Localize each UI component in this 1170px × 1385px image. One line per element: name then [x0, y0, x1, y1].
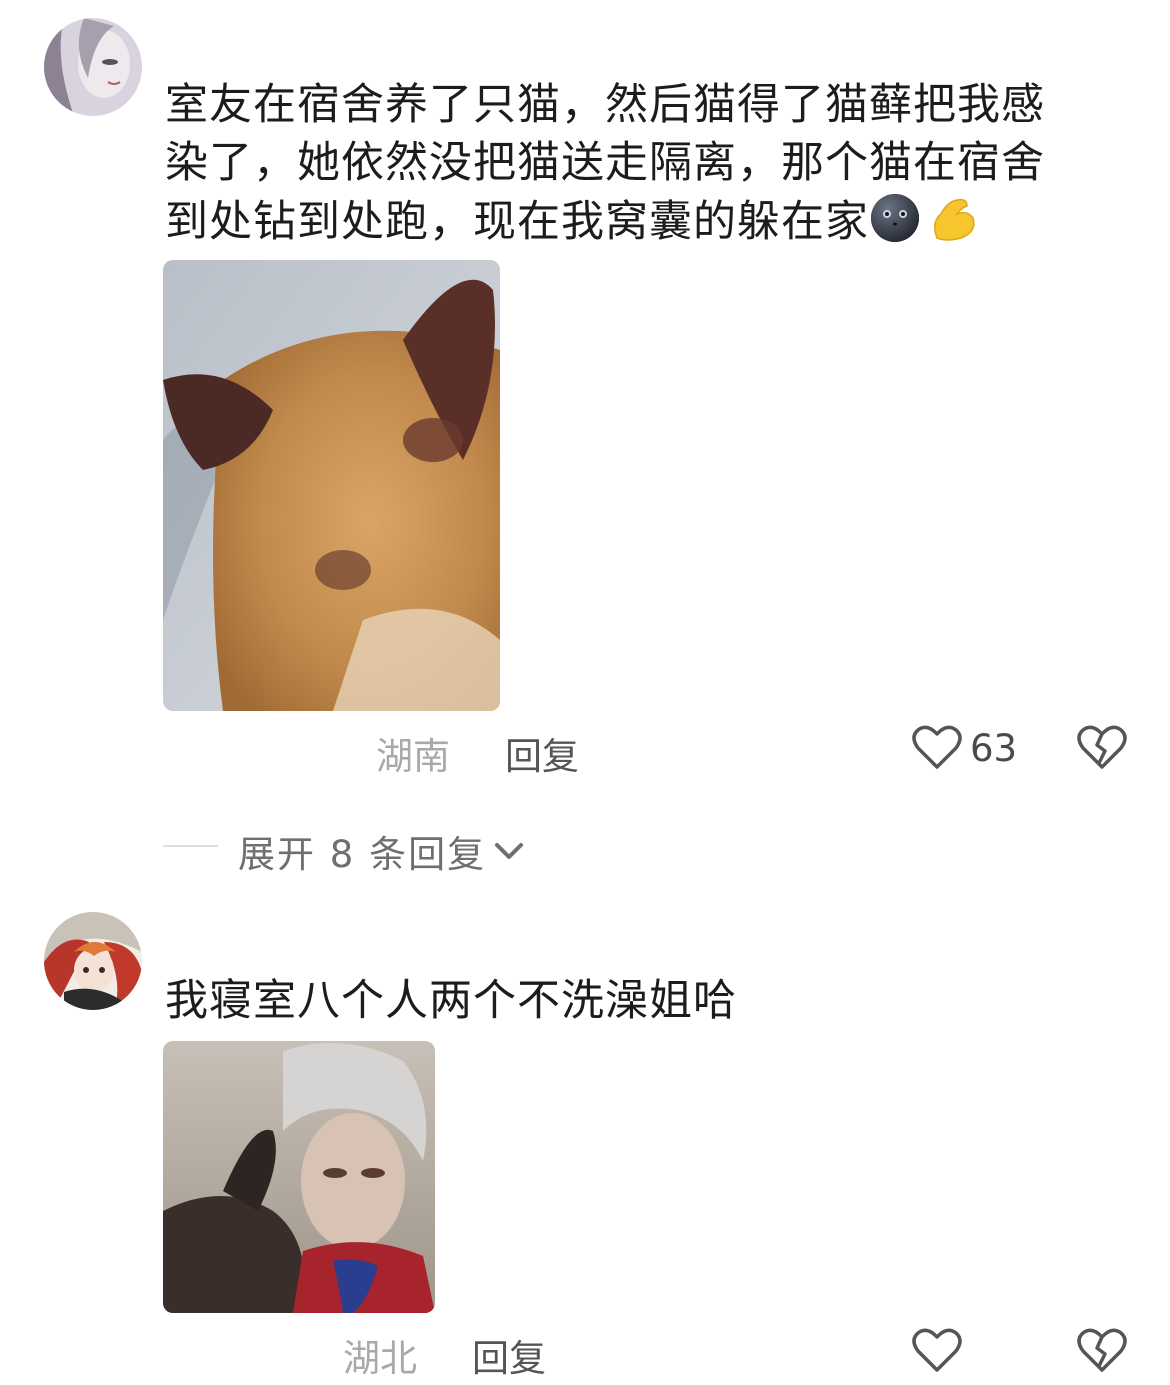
comment-location: 湖北: [343, 1337, 417, 1380]
broken-heart-icon[interactable]: [1077, 1326, 1127, 1374]
flexed-biceps-emoji: [927, 192, 979, 244]
chevron-down-icon: [492, 836, 526, 866]
moon-face-emoji: [869, 192, 921, 244]
reply-button[interactable]: 回复: [505, 726, 579, 780]
meme-photo[interactable]: [163, 1041, 435, 1313]
comment-line: 我寝室八个人两个不洗澡姐哈: [165, 976, 737, 1026]
cat-photo[interactable]: [163, 260, 500, 711]
divider: [163, 845, 218, 847]
comment-line: 染了，她依然没把猫送走隔离，那个猫在宿舍: [165, 138, 1045, 188]
avatar[interactable]: [44, 18, 142, 116]
comment-text: 室友在宿舍养了只猫，然后猫得了猫藓把我感 染了，她依然没把猫送走隔离，那个猫在宿…: [165, 76, 1125, 251]
comment-line: 到处钻到处跑，现在我窝囊的躲在家: [165, 192, 1125, 251]
broken-heart-icon[interactable]: [1077, 723, 1127, 771]
comment-line: 室友在宿舍养了只猫，然后猫得了猫藓把我感: [165, 80, 1045, 130]
comment-text: 我寝室八个人两个不洗澡姐哈: [165, 972, 1125, 1030]
avatar[interactable]: [44, 912, 142, 1010]
comment-line-text: 到处钻到处跑，现在我窝囊的躲在家: [165, 197, 869, 247]
heart-outline-icon[interactable]: [912, 1326, 962, 1374]
heart-outline-icon[interactable]: [912, 723, 962, 771]
reply-button[interactable]: 回复: [472, 1328, 546, 1382]
like-count: 63: [970, 727, 1018, 770]
comment-location: 湖南: [376, 735, 450, 778]
expand-replies-button[interactable]: 展开 8 条回复: [238, 824, 526, 878]
expand-replies-label: 展开 8 条回复: [238, 833, 487, 876]
